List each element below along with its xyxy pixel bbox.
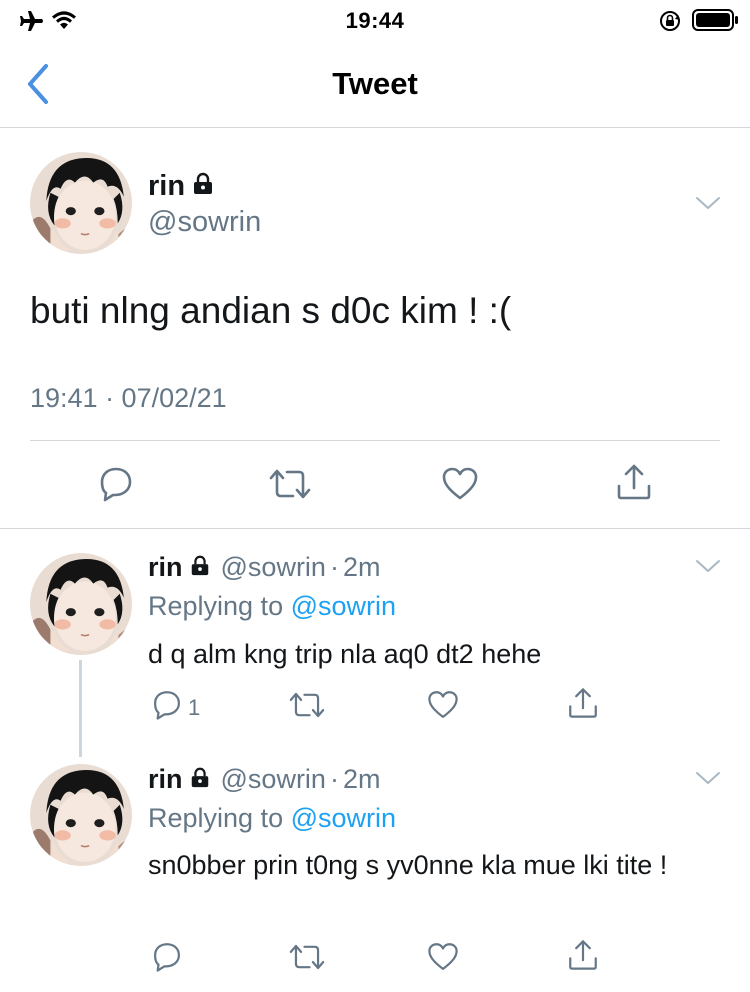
- lock-icon: [191, 170, 215, 203]
- reply-text: d q alm kng trip nla aq0 dt2 hehe: [148, 639, 542, 669]
- share-icon: [566, 938, 600, 977]
- orientation-lock-icon: [658, 9, 682, 38]
- status-time: 19:44: [345, 8, 405, 33]
- author-handle-line: @sowrin: [148, 206, 261, 239]
- author-handle[interactable]: @sowrin: [221, 764, 326, 795]
- like-button[interactable]: [440, 464, 480, 509]
- chevron-down-icon: [694, 563, 722, 580]
- reply-text: sn0bber prin t0ng s yv0nne kla mue lki t…: [148, 850, 668, 880]
- reply-button[interactable]: [96, 464, 136, 509]
- share-icon: [566, 686, 600, 725]
- divider: [0, 528, 750, 529]
- author-handle[interactable]: @sowrin: [148, 206, 261, 239]
- nav-bar: Tweet: [0, 40, 750, 128]
- reply-header: rin @sowrin · 2m: [148, 552, 380, 583]
- page-title: Tweet: [332, 66, 418, 101]
- replying-prefix: Replying to: [148, 803, 284, 833]
- display-name[interactable]: rin: [148, 764, 183, 795]
- lock-icon: [189, 552, 211, 583]
- more-options-button[interactable]: [694, 195, 722, 213]
- more-options-button[interactable]: [694, 558, 722, 576]
- retweet-icon: [288, 688, 326, 727]
- like-icon: [426, 688, 460, 727]
- reply-button[interactable]: 1: [150, 688, 200, 727]
- tweet-text: buti nlng andian s d0c kim ! :(: [30, 290, 512, 331]
- share-button[interactable]: [614, 462, 654, 507]
- chevron-down-icon: [694, 775, 722, 792]
- avatar[interactable]: [30, 553, 132, 655]
- author-name-line: rin: [148, 170, 215, 203]
- replying-prefix: Replying to: [148, 591, 284, 621]
- divider: [30, 440, 720, 441]
- reply-icon: [96, 464, 136, 509]
- avatar[interactable]: [30, 764, 132, 866]
- status-bar: 19:44: [0, 0, 750, 40]
- retweet-button[interactable]: [268, 464, 312, 509]
- like-button[interactable]: [426, 688, 460, 727]
- display-name[interactable]: rin: [148, 552, 183, 583]
- reply-icon: [150, 688, 184, 727]
- like-icon: [426, 940, 460, 979]
- retweet-button[interactable]: [288, 940, 326, 979]
- reply-button[interactable]: [150, 940, 184, 979]
- reply-header: rin @sowrin · 2m: [148, 764, 380, 795]
- reply-icon: [150, 940, 184, 979]
- replying-to: Replying to @sowrin: [148, 803, 396, 834]
- share-button[interactable]: [566, 938, 600, 977]
- author-handle[interactable]: @sowrin: [221, 552, 326, 583]
- lock-icon: [189, 764, 211, 795]
- share-icon: [614, 462, 654, 507]
- mention-link[interactable]: @sowrin: [291, 591, 396, 621]
- battery-icon: [692, 9, 740, 36]
- avatar[interactable]: [30, 152, 132, 254]
- tweet-timestamp[interactable]: 19:41 · 07/02/21: [30, 383, 227, 414]
- reply-time[interactable]: 2m: [343, 764, 381, 795]
- like-button[interactable]: [426, 940, 460, 979]
- separator-dot: ·: [329, 764, 339, 794]
- reply-time[interactable]: 2m: [343, 552, 381, 583]
- separator-dot: ·: [329, 552, 339, 582]
- retweet-button[interactable]: [288, 688, 326, 727]
- retweet-icon: [288, 940, 326, 979]
- thread-connector: [79, 660, 82, 757]
- like-icon: [440, 464, 480, 509]
- mention-link[interactable]: @sowrin: [291, 803, 396, 833]
- more-options-button[interactable]: [694, 770, 722, 788]
- retweet-icon: [268, 464, 312, 509]
- display-name[interactable]: rin: [148, 170, 185, 203]
- chevron-down-icon: [694, 200, 722, 217]
- replying-to: Replying to @sowrin: [148, 591, 396, 622]
- share-button[interactable]: [566, 686, 600, 725]
- reply-count: 1: [188, 694, 201, 720]
